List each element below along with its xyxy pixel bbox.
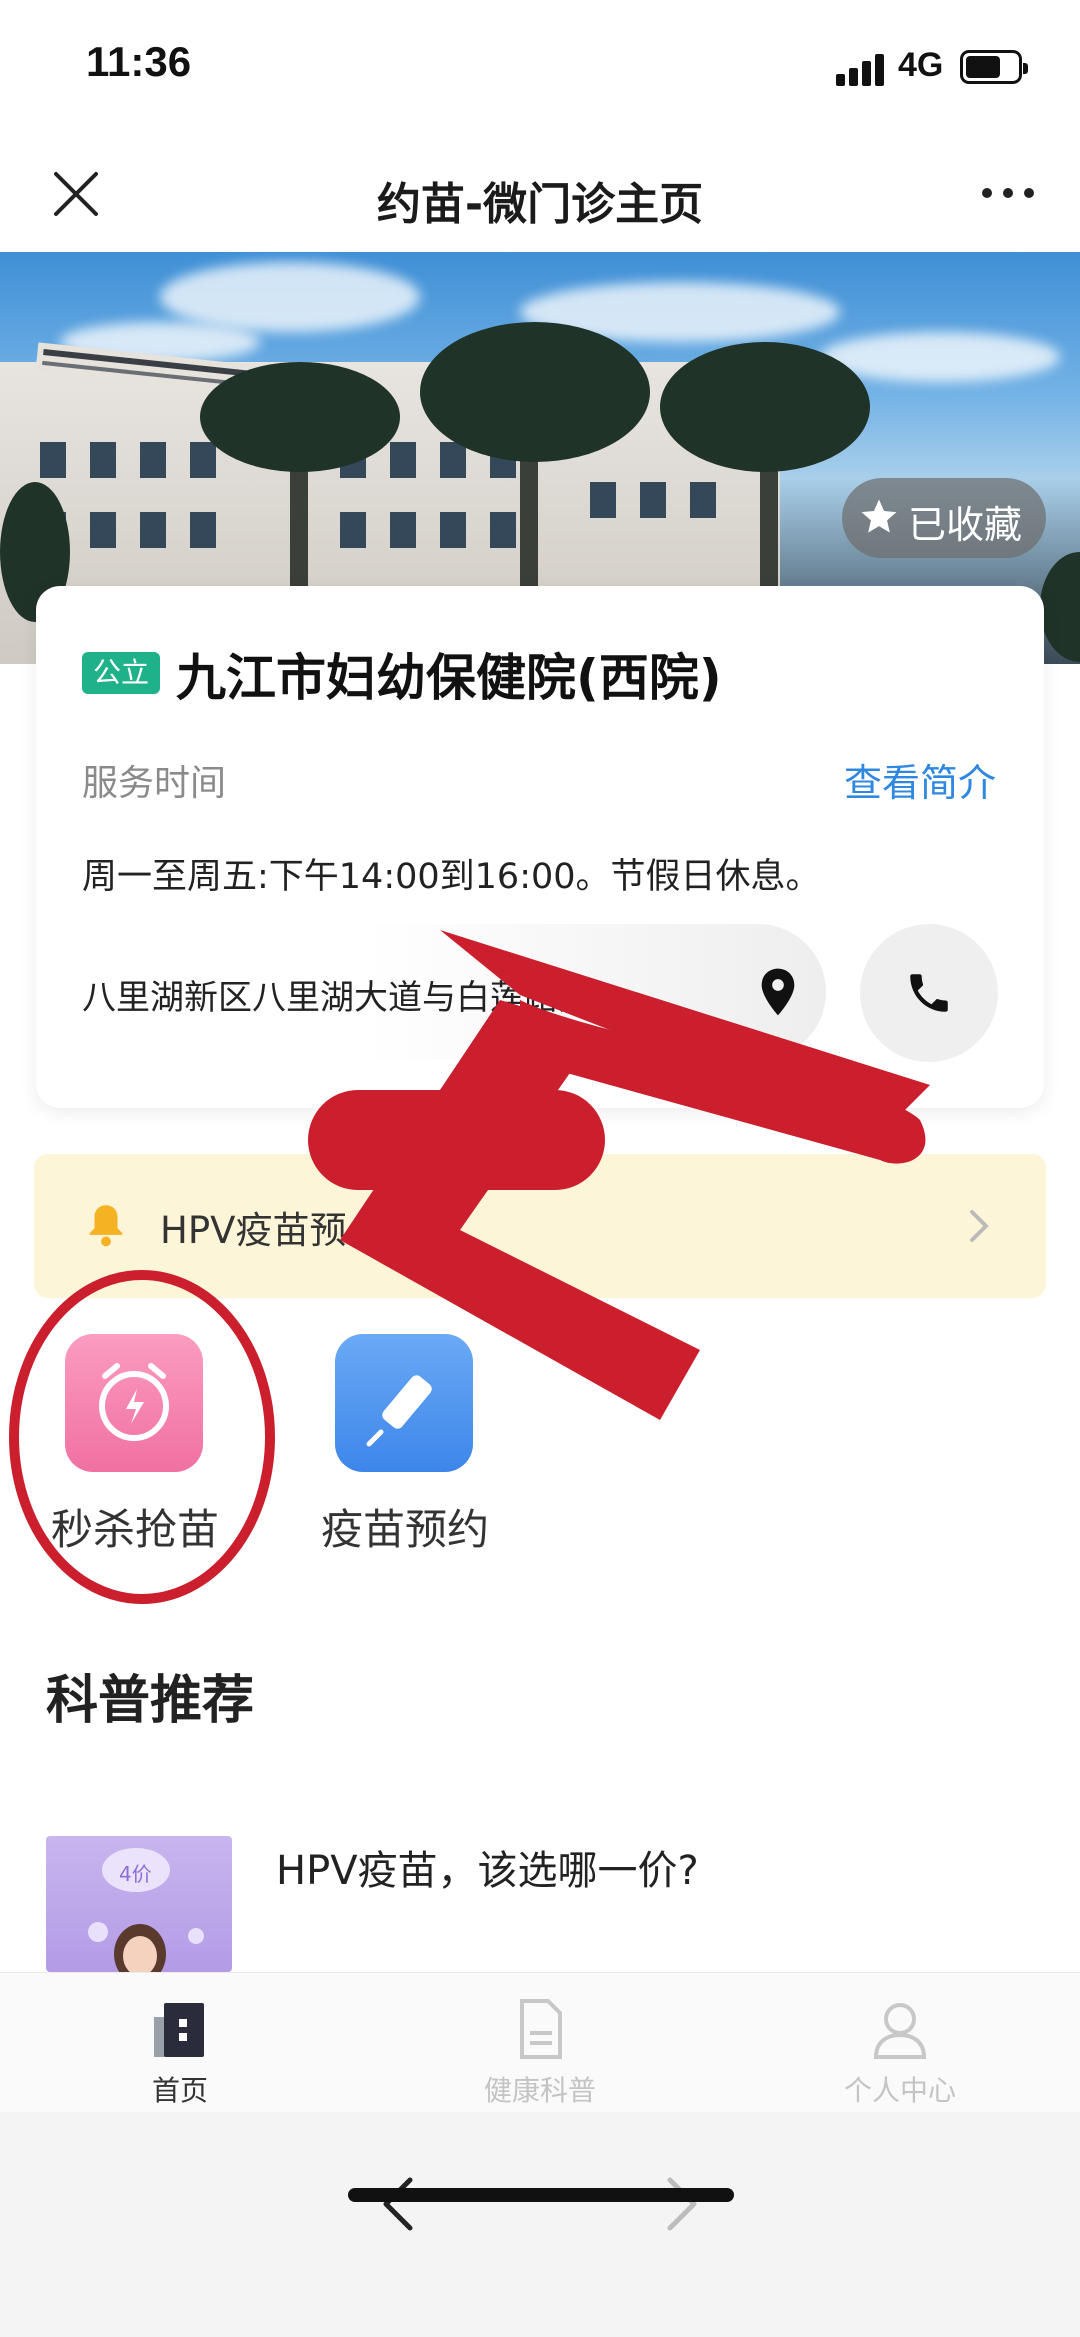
flash-sale-label: 秒杀抢苗 xyxy=(50,1505,219,1554)
tab-home-label: 首页 xyxy=(151,2074,208,2107)
battery-icon xyxy=(960,50,1028,84)
public-tag: 公立 xyxy=(82,652,160,694)
bell-icon xyxy=(89,1205,123,1247)
bottom-tab-bar: 首页 健康科普 个人中心 xyxy=(0,1972,1080,2112)
tab-profile-label: 个人中心 xyxy=(843,2074,956,2107)
back-arrow-icon[interactable] xyxy=(370,2174,430,2234)
favorite-button[interactable]: 已收藏 xyxy=(842,478,1046,558)
tab-profile[interactable]: 个人中心 xyxy=(720,1973,1080,2113)
chevron-right-icon xyxy=(970,1210,989,1242)
hospital-info-card: 公立 九江市妇幼保健院(西院) 服务时间 查看简介 周一至周五:下午14:00到… xyxy=(36,586,1044,1108)
flash-sale-vaccine-button[interactable]: 秒杀抢苗 xyxy=(32,1330,232,1570)
browser-toolbar xyxy=(0,2112,1080,2337)
address-text: 八里湖新区八里湖大道与白莲路交... xyxy=(82,978,625,1018)
favorite-label: 已收藏 xyxy=(908,503,1023,547)
hpv-notice-bar[interactable]: HPV疫苗预 xyxy=(34,1154,1046,1298)
vaccine-appointment-label: 疫苗预约 xyxy=(320,1505,489,1554)
forward-arrow-icon[interactable] xyxy=(650,2174,710,2234)
page-title: 约苗-微门诊主页 xyxy=(376,179,704,230)
star-icon xyxy=(861,499,897,533)
syringe-icon xyxy=(335,1334,473,1472)
service-hours: 周一至周五:下午14:00到16:00。节假日休息。 xyxy=(82,857,821,897)
location-pin-icon xyxy=(761,968,795,1016)
nav-bar: 约苗-微门诊主页 xyxy=(0,140,1080,252)
view-intro-link[interactable]: 查看简介 xyxy=(844,752,996,807)
notice-text: HPV疫苗预 xyxy=(160,1209,347,1252)
hospital-name: 九江市妇幼保健院(西院) xyxy=(176,649,722,707)
phone-icon xyxy=(910,974,948,1012)
article-thumbnail[interactable]: 4价 xyxy=(46,1836,232,1972)
home-icon xyxy=(154,2003,204,2057)
vaccine-appointment-button[interactable]: 疫苗预约 xyxy=(302,1330,502,1570)
tab-home[interactable]: 首页 xyxy=(0,1973,360,2113)
status-bar: 11:36 4G xyxy=(0,0,1080,140)
service-time-label: 服务时间 xyxy=(82,763,227,804)
user-icon xyxy=(873,2003,927,2059)
tab-health-knowledge[interactable]: 健康科普 xyxy=(360,1973,720,2113)
home-indicator xyxy=(348,2188,734,2202)
more-icon[interactable] xyxy=(978,182,1038,206)
status-time: 11:36 xyxy=(86,38,192,85)
network-type: 4G xyxy=(898,46,944,84)
article-title[interactable]: HPV疫苗，该选哪一价? xyxy=(276,1838,699,1896)
alarm-clock-icon xyxy=(65,1334,203,1472)
section-title: 科普推荐 xyxy=(46,1671,255,1731)
tab-health-label: 健康科普 xyxy=(483,2074,596,2107)
address-button[interactable]: 八里湖新区八里湖大道与白莲路交... xyxy=(60,924,826,1060)
call-button[interactable] xyxy=(860,924,998,1062)
signal-icon xyxy=(836,50,886,86)
thumb-badge: 4价 xyxy=(119,1862,152,1886)
document-icon xyxy=(520,1999,562,2059)
